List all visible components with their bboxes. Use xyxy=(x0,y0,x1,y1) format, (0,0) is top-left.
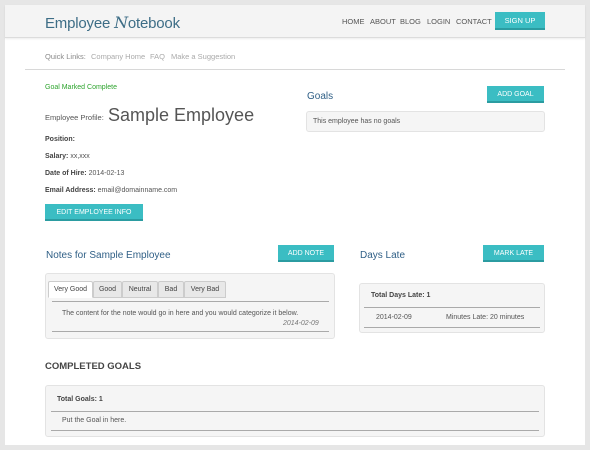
completed-goals-total: Total Goals: 1 xyxy=(57,396,103,403)
hire-date-field: Date of Hire: 2014-02-13 xyxy=(45,170,124,177)
days-late-bottom-divider xyxy=(364,327,540,328)
profile-label: Employee Profile: xyxy=(45,113,104,122)
tab-neutral[interactable]: Neutral xyxy=(122,281,158,298)
nav-about[interactable]: ABOUT xyxy=(370,17,396,26)
logo-n: N xyxy=(114,13,128,32)
employee-name: Sample Employee xyxy=(108,105,255,125)
quick-link-company-home[interactable]: Company Home xyxy=(91,52,145,61)
email-value: email@domainname.com xyxy=(97,187,178,194)
notes-divider xyxy=(52,301,329,302)
page: Employee Notebook HOME ABOUT BLOG LOGIN … xyxy=(5,5,585,445)
email-field: Email Address: email@domainname.com xyxy=(45,187,177,194)
tab-bad[interactable]: Bad xyxy=(158,281,184,298)
salary-field: Salary: xx,xxx xyxy=(45,153,90,160)
top-navbar: Employee Notebook HOME ABOUT BLOG LOGIN … xyxy=(5,5,585,38)
note-content: The content for the note would go in her… xyxy=(62,310,299,317)
position-field: Position: xyxy=(45,136,75,143)
completed-goals-divider xyxy=(51,411,539,412)
completed-goals-bottom-divider xyxy=(51,430,539,431)
tab-very-bad[interactable]: Very Bad xyxy=(184,281,226,298)
days-late-divider xyxy=(364,307,540,308)
nav-contact[interactable]: CONTACT xyxy=(456,17,492,26)
nav-blog[interactable]: BLOG xyxy=(400,17,421,26)
days-late-total: Total Days Late: 1 xyxy=(371,292,431,299)
quick-link-suggestion[interactable]: Make a Suggestion xyxy=(171,52,235,61)
email-label: Email Address: xyxy=(45,187,96,194)
goals-title: Goals xyxy=(307,91,334,102)
edit-employee-button[interactable]: EDIT EMPLOYEE INFO xyxy=(45,204,143,221)
goals-panel: This employee has no goals xyxy=(306,111,545,132)
add-goal-button[interactable]: ADD GOAL xyxy=(487,86,544,103)
completed-goal-item: Put the Goal in here. xyxy=(62,417,127,424)
late-entry-minutes: Minutes Late: 20 minutes xyxy=(446,314,525,321)
tab-very-good[interactable]: Very Good xyxy=(48,281,93,298)
logo[interactable]: Employee Notebook xyxy=(45,13,180,32)
days-late-panel: Total Days Late: 1 xyxy=(359,283,545,333)
nav-home[interactable]: HOME xyxy=(342,17,365,26)
days-late-title: Days Late xyxy=(360,250,406,261)
position-label: Position: xyxy=(45,136,75,143)
notes-title: Notes for Sample Employee xyxy=(46,250,171,261)
goals-empty-text: This employee has no goals xyxy=(313,118,401,125)
late-entry-date: 2014-02-09 xyxy=(376,314,412,321)
quick-link-faq[interactable]: FAQ xyxy=(150,52,165,61)
notes-bottom-divider xyxy=(52,331,329,332)
completed-goals-title: COMPLETED GOALS xyxy=(45,361,142,372)
mark-late-button[interactable]: MARK LATE xyxy=(483,245,544,262)
note-date: 2014-02-09 xyxy=(283,320,319,327)
salary-value: xx,xxx xyxy=(70,153,90,160)
nav-login[interactable]: LOGIN xyxy=(427,17,450,26)
add-note-button[interactable]: ADD NOTE xyxy=(278,245,334,262)
tab-good[interactable]: Good xyxy=(93,281,122,298)
logo-prefix: Employee xyxy=(45,15,115,32)
status-message: Goal Marked Complete xyxy=(45,84,117,91)
hire-date-value: 2014-02-13 xyxy=(88,170,125,177)
salary-label: Salary: xyxy=(45,153,69,160)
logo-suffix: otebook xyxy=(127,15,180,32)
hire-date-label: Date of Hire: xyxy=(45,170,87,177)
signup-button[interactable]: SIGN UP xyxy=(495,12,545,30)
divider xyxy=(25,69,565,70)
quick-links-label: Quick Links: xyxy=(45,52,86,61)
